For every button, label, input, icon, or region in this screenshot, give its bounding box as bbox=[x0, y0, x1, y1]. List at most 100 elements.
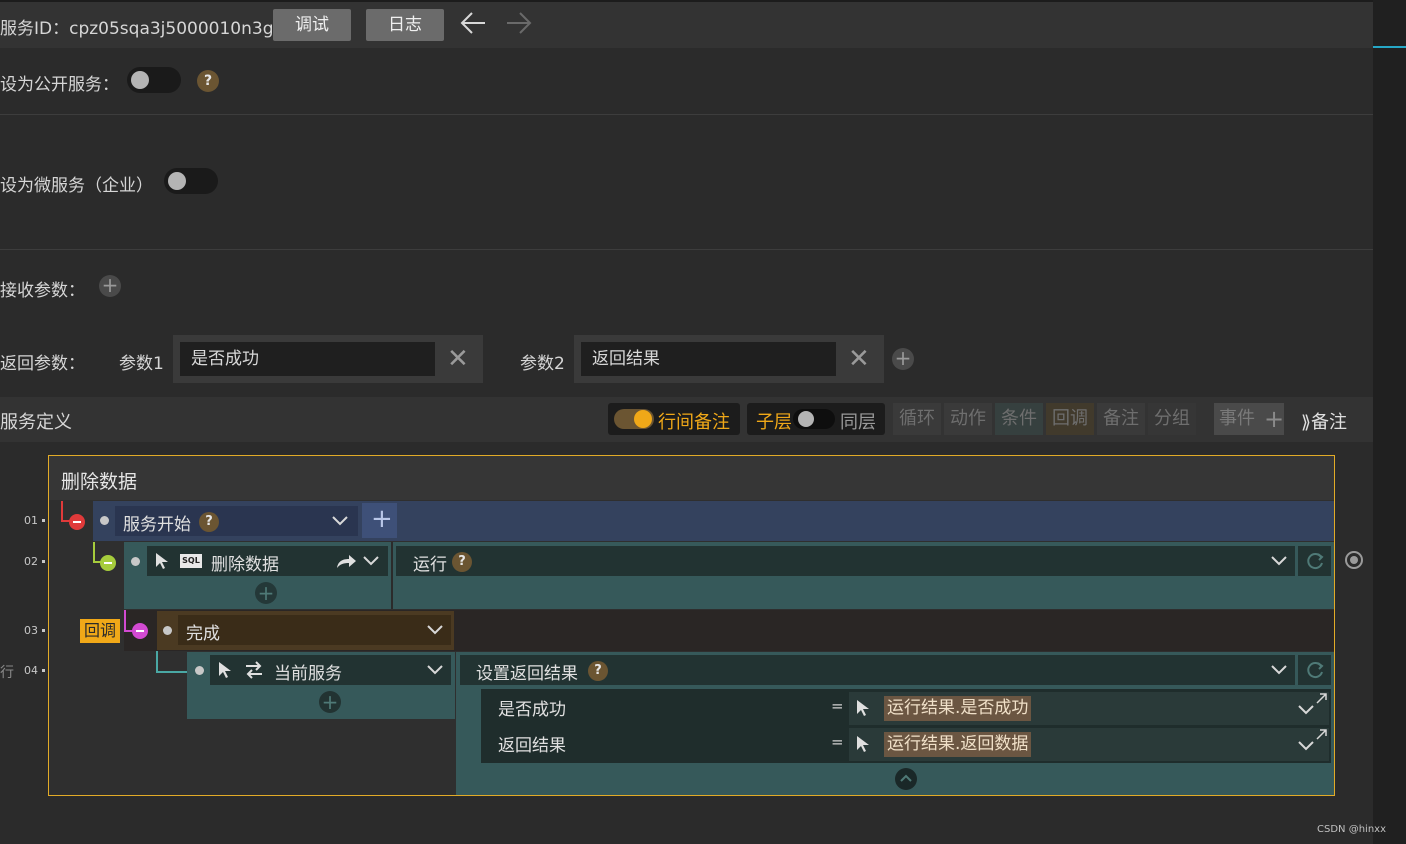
chevron-down-icon bbox=[1298, 741, 1314, 751]
sql-icon: SQL bbox=[180, 554, 202, 568]
callback-tag: 回调 bbox=[80, 619, 120, 643]
assignment-name: 返回结果 bbox=[498, 736, 566, 756]
cursor-icon bbox=[219, 662, 231, 678]
assignment-operator: = bbox=[831, 697, 844, 715]
help-icon[interactable]: ? bbox=[452, 552, 472, 572]
refresh-button[interactable] bbox=[1298, 546, 1331, 576]
receive-params-label: 接收参数： bbox=[0, 281, 85, 301]
share-arrow-icon[interactable] bbox=[335, 552, 357, 570]
collapse-node-icon[interactable] bbox=[100, 555, 116, 571]
flow-title-bar bbox=[49, 456, 1334, 500]
assignment-value: 运行结果.返回数据 bbox=[884, 732, 1032, 757]
public-service-toggle[interactable] bbox=[127, 67, 181, 93]
step-select-delete[interactable]: SQL 删除数据 bbox=[147, 546, 388, 576]
cursor-icon bbox=[156, 553, 168, 569]
collapse-node-icon[interactable] bbox=[132, 623, 148, 639]
inline-note-toggle[interactable]: 行间备注 bbox=[608, 403, 740, 435]
add-return-param-button[interactable]: + bbox=[892, 348, 914, 370]
layer-switch[interactable]: 子层 同层 bbox=[747, 403, 885, 435]
service-id-value: cpz05sqa3j5000010n3g bbox=[69, 19, 274, 39]
assignment-value-select[interactable]: 运行结果.是否成功 bbox=[849, 692, 1329, 725]
chevron-down-icon bbox=[332, 516, 348, 526]
tool-callback[interactable]: 回调 bbox=[1046, 403, 1094, 435]
inline-note-label: 行间备注 bbox=[658, 412, 730, 433]
step-label: 当前服务 bbox=[274, 664, 342, 684]
chevron-down-icon bbox=[427, 625, 443, 635]
return-params-label: 返回参数： bbox=[0, 354, 85, 374]
line-number: 02 bbox=[24, 555, 38, 568]
watermark: CSDN @hinxx bbox=[1317, 824, 1386, 835]
definition-title: 服务定义 bbox=[0, 412, 72, 433]
cursor-icon bbox=[857, 700, 869, 716]
chevron-down-icon bbox=[1298, 705, 1314, 715]
add-receive-param-button[interactable]: + bbox=[99, 275, 121, 297]
param1-name: 参数1 bbox=[119, 354, 164, 374]
event-button[interactable]: 事件 + bbox=[1214, 403, 1284, 435]
expand-icon[interactable] bbox=[1315, 692, 1328, 705]
assignment-name: 是否成功 bbox=[498, 700, 566, 720]
line-number: 03 bbox=[24, 624, 38, 637]
target-icon[interactable] bbox=[1344, 550, 1364, 570]
line-number: 04 bbox=[24, 664, 38, 677]
assignment-operator: = bbox=[831, 733, 844, 751]
chevron-down-icon bbox=[1271, 556, 1287, 566]
refresh-icon bbox=[1307, 553, 1324, 570]
help-icon[interactable]: ? bbox=[197, 70, 219, 92]
close-icon[interactable]: ✕ bbox=[848, 342, 870, 376]
collapse-up-icon[interactable] bbox=[895, 768, 917, 790]
debug-button[interactable]: 调试 bbox=[273, 9, 351, 41]
right-panel-strip bbox=[1373, 0, 1406, 844]
refresh-button[interactable] bbox=[1298, 655, 1331, 685]
flow-title: 删除数据 bbox=[61, 471, 138, 493]
close-icon[interactable]: ✕ bbox=[447, 342, 469, 376]
help-icon[interactable]: ? bbox=[588, 661, 608, 681]
action-select-run[interactable]: 运行 ? bbox=[396, 546, 1295, 576]
param1-box: 是否成功 ✕ bbox=[173, 335, 483, 383]
service-id-label: 服务ID： bbox=[0, 19, 70, 39]
help-icon[interactable]: ? bbox=[199, 512, 219, 532]
arrow-left-icon[interactable] bbox=[458, 10, 488, 36]
chevrons-right-icon: ⟫ bbox=[1301, 412, 1312, 433]
param2-box: 返回结果 ✕ bbox=[574, 335, 884, 383]
step-label: 服务开始 bbox=[123, 515, 191, 535]
add-child-button[interactable]: + bbox=[319, 691, 341, 713]
param2-name: 参数2 bbox=[520, 354, 565, 374]
action-select-set-return[interactable]: 设置返回结果 ? bbox=[460, 655, 1295, 685]
tool-condition[interactable]: 条件 bbox=[995, 403, 1043, 435]
step-label: 删除数据 bbox=[211, 555, 279, 575]
left-edge-text: 行 bbox=[0, 665, 14, 681]
chevron-down-icon bbox=[363, 556, 379, 566]
micro-service-label: 设为微服务（企业） bbox=[0, 176, 153, 196]
cursor-icon bbox=[857, 736, 869, 752]
step-select-current-service[interactable]: 当前服务 bbox=[210, 655, 451, 685]
add-child-button[interactable]: + bbox=[255, 582, 277, 604]
note-panel-button[interactable]: ⟫备注 bbox=[1301, 408, 1347, 434]
tool-loop[interactable]: 循环 bbox=[893, 403, 941, 435]
service-id: 服务ID：cpz05sqa3j5000010n3g bbox=[0, 14, 274, 39]
step-select-complete[interactable]: 完成 bbox=[178, 615, 451, 645]
param2-input[interactable]: 返回结果 bbox=[581, 342, 836, 376]
arrow-right-icon[interactable] bbox=[504, 10, 534, 36]
plus-icon: + bbox=[1264, 405, 1285, 433]
child-layer-label: 子层 bbox=[756, 412, 792, 433]
tool-note[interactable]: 备注 bbox=[1097, 403, 1145, 435]
collapse-node-icon[interactable] bbox=[69, 514, 85, 530]
note-label: 备注 bbox=[1311, 412, 1348, 433]
log-button[interactable]: 日志 bbox=[366, 9, 444, 41]
add-step-button[interactable]: + bbox=[362, 503, 397, 538]
public-service-label: 设为公开服务： bbox=[0, 75, 119, 95]
action-label: 运行 bbox=[413, 555, 447, 575]
micro-service-toggle[interactable] bbox=[164, 168, 218, 194]
chevron-down-icon bbox=[427, 665, 443, 675]
action-label: 设置返回结果 bbox=[476, 664, 578, 684]
assignment-value-select[interactable]: 运行结果.返回数据 bbox=[849, 728, 1329, 761]
refresh-icon bbox=[1307, 662, 1324, 679]
tool-group[interactable]: 分组 bbox=[1148, 403, 1196, 435]
step-select-start[interactable]: 服务开始 ? bbox=[115, 506, 358, 536]
divider bbox=[0, 114, 1373, 115]
tool-action[interactable]: 动作 bbox=[944, 403, 992, 435]
step-label: 完成 bbox=[186, 624, 220, 644]
expand-icon[interactable] bbox=[1315, 728, 1328, 741]
chevron-down-icon bbox=[1271, 665, 1287, 675]
param1-input[interactable]: 是否成功 bbox=[180, 342, 435, 376]
